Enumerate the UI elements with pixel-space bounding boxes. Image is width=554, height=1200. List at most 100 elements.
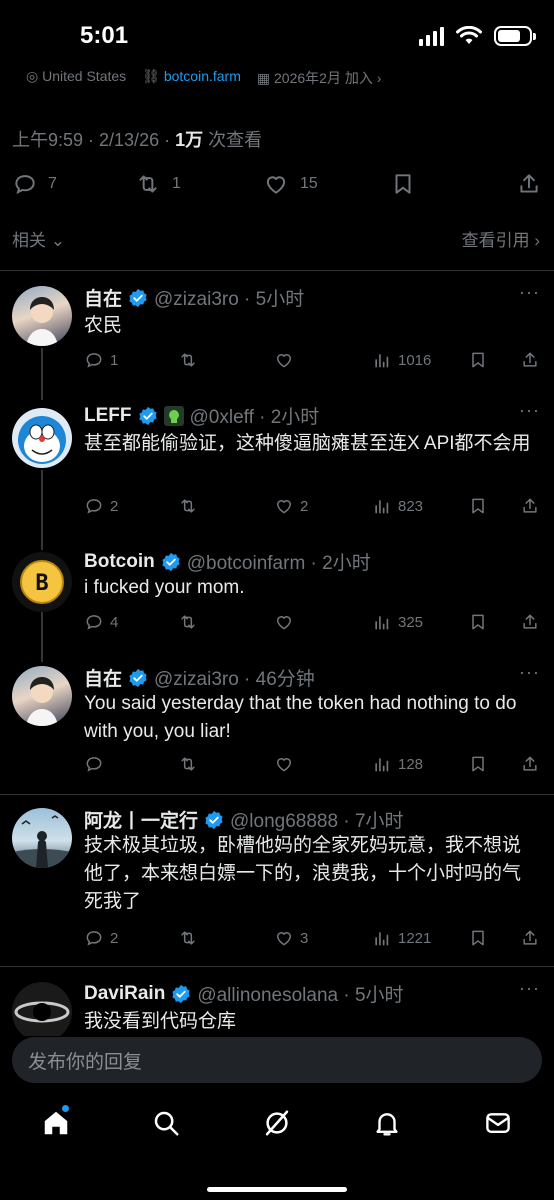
share-icon <box>523 930 537 945</box>
view-quotes-link[interactable]: 查看引用 › <box>462 226 540 251</box>
reply-actions: 2 3 1221 <box>84 928 540 950</box>
affiliate-badge-icon <box>163 405 184 426</box>
heart-icon <box>277 932 291 946</box>
author-handle[interactable]: @allinonesolana · 5小时 <box>197 980 403 1007</box>
related-dropdown[interactable]: 相关 ⌄ <box>12 226 65 251</box>
retweet-count: 1 <box>172 175 181 192</box>
nav-messages[interactable] <box>483 1108 513 1138</box>
nav-notifications[interactable] <box>372 1108 402 1138</box>
avatar[interactable]: B <box>12 552 72 612</box>
avatar[interactable] <box>12 808 72 868</box>
profile-link[interactable]: ⛓ botcoin.farm <box>142 68 241 88</box>
bookmark-button[interactable] <box>468 496 488 516</box>
retweet-button[interactable] <box>178 496 198 516</box>
retweet-icon <box>181 757 195 771</box>
author-handle[interactable]: @botcoinfarm · 2小时 <box>187 548 371 575</box>
author-name[interactable]: Botcoin <box>84 551 155 573</box>
reply-tweet[interactable]: 阿龙丨一定行 @long68888 · 7小时 技术极其垃圾，卧槽他妈的全家死妈… <box>0 802 554 962</box>
heart-icon <box>277 616 291 630</box>
views-button[interactable]: 128 <box>372 754 423 774</box>
author-name[interactable]: 自在 <box>84 664 122 691</box>
reply-button[interactable]: 4 <box>84 612 118 632</box>
avatar[interactable] <box>12 982 72 1036</box>
retweet-icon <box>181 499 195 513</box>
reply-tweet[interactable]: 自在 @zizai3ro · 5小时 ··· 农民 1 1016 <box>0 280 554 390</box>
avatar[interactable] <box>12 408 72 468</box>
verified-badge-icon <box>205 810 223 829</box>
author-name[interactable]: 自在 <box>84 284 122 311</box>
avatar[interactable] <box>12 666 72 726</box>
nav-home[interactable] <box>41 1108 71 1138</box>
share-button[interactable] <box>520 754 540 774</box>
more-options-icon[interactable]: ··· <box>519 662 540 683</box>
reply-icon <box>86 615 102 630</box>
chevron-right-icon: › <box>534 231 540 250</box>
author-handle[interactable]: @zizai3ro · 46分钟 <box>154 664 315 691</box>
author-name[interactable]: LEFF <box>84 405 132 427</box>
share-icon <box>523 352 537 367</box>
mail-icon <box>486 1113 510 1133</box>
author-name[interactable]: 阿龙丨一定行 <box>84 806 198 833</box>
views-button[interactable]: 823 <box>372 496 423 516</box>
verified-badge-icon <box>138 406 157 425</box>
like-button[interactable]: 3 <box>274 928 308 948</box>
share-button[interactable] <box>516 171 542 197</box>
retweet-button[interactable]: 1 <box>134 171 181 197</box>
more-options-icon[interactable]: ··· <box>519 978 540 999</box>
home-notification-dot <box>62 1105 69 1112</box>
bookmark-button[interactable] <box>468 754 488 774</box>
bookmark-button[interactable] <box>468 350 488 370</box>
views-label: 次查看 <box>203 130 263 150</box>
reply-tweet[interactable]: LEFF @0xleff · 2小时 ··· 甚至都能偷验证，这种傻逼脑瘫甚至连… <box>0 398 554 538</box>
bookmark-button[interactable] <box>390 171 416 197</box>
like-button[interactable]: 2 <box>274 496 308 516</box>
bookmark-icon <box>472 930 484 946</box>
share-icon <box>520 174 538 193</box>
share-button[interactable] <box>520 612 540 632</box>
avatar[interactable] <box>12 286 72 346</box>
share-icon <box>523 756 537 771</box>
reply-icon <box>86 353 102 368</box>
share-button[interactable] <box>520 928 540 948</box>
bookmark-button[interactable] <box>468 612 488 632</box>
verified-badge-icon <box>162 552 180 571</box>
heart-icon <box>277 500 291 514</box>
nav-explore[interactable] <box>151 1108 181 1138</box>
retweet-icon <box>181 353 195 367</box>
more-options-icon[interactable]: ··· <box>519 400 540 421</box>
reply-actions: 2 2 823 <box>84 496 540 518</box>
reply-tweet[interactable]: 自在 @zizai3ro · 46分钟 ··· You said yesterd… <box>0 660 554 790</box>
like-button[interactable] <box>274 350 294 370</box>
retweet-button[interactable] <box>178 350 198 370</box>
retweet-icon <box>181 931 195 945</box>
share-button[interactable] <box>520 496 540 516</box>
like-button[interactable] <box>274 612 294 632</box>
reply-tweet[interactable]: B Botcoin @botcoinfarm · 2小时 i fucked yo… <box>0 544 554 654</box>
views-button[interactable]: 1016 <box>372 350 431 370</box>
views-chart-icon <box>375 354 389 368</box>
like-button[interactable] <box>274 754 294 774</box>
author-handle[interactable]: @long68888 · 7小时 <box>230 806 404 833</box>
reply-button[interactable]: 2 <box>84 928 118 948</box>
reply-tweet[interactable]: DaviRain @allinonesolana · 5小时 ··· 我没看到代… <box>0 976 554 1036</box>
views-chart-icon <box>375 758 389 772</box>
reply-button[interactable]: 2 <box>84 496 118 516</box>
share-button[interactable] <box>520 350 540 370</box>
reply-button[interactable]: 1 <box>84 350 118 370</box>
reply-actions: 128 <box>84 754 540 776</box>
reply-button[interactable]: 7 <box>12 171 57 197</box>
retweet-button[interactable] <box>178 754 198 774</box>
reply-button[interactable] <box>84 754 104 774</box>
more-options-icon[interactable]: ··· <box>519 282 540 303</box>
retweet-button[interactable] <box>178 612 198 632</box>
like-button[interactable]: 15 <box>262 171 318 197</box>
nav-grok[interactable] <box>262 1108 292 1138</box>
author-name[interactable]: DaviRain <box>84 983 165 1005</box>
author-handle[interactable]: @zizai3ro · 5小时 <box>154 284 304 311</box>
reply-composer-input[interactable]: 发布你的回复 <box>12 1037 542 1083</box>
retweet-button[interactable] <box>178 928 198 948</box>
views-button[interactable]: 1221 <box>372 928 431 948</box>
bookmark-button[interactable] <box>468 928 488 948</box>
views-button[interactable]: 325 <box>372 612 423 632</box>
author-handle[interactable]: @0xleff · 2小时 <box>190 402 320 429</box>
